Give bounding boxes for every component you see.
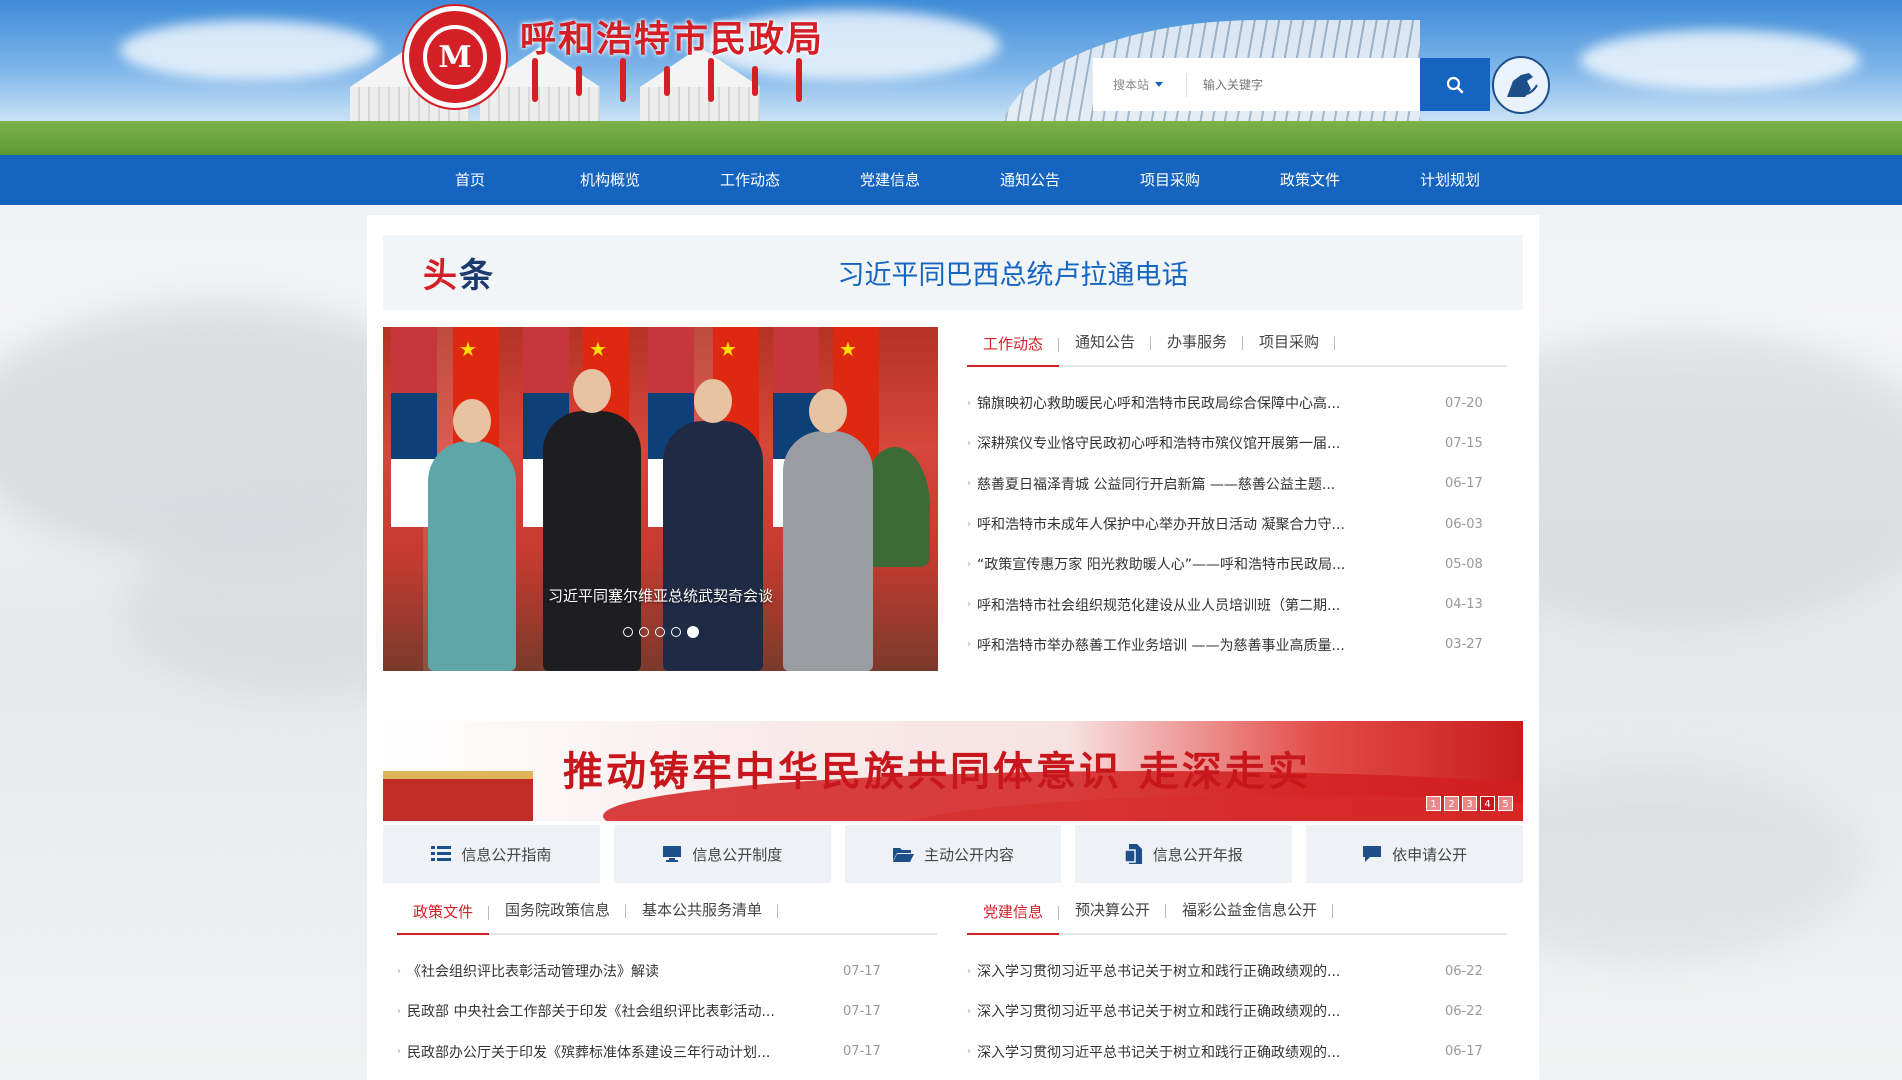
banner-page-active[interactable]: 4 [1480, 796, 1495, 811]
tab-notices[interactable]: 通知公告 [1059, 327, 1152, 365]
list-item[interactable]: › 锦旗映初心救助暖民心呼和浩特市民政局综合保障中心高... 07-20 [967, 383, 1507, 423]
nav-item-party[interactable]: 党建信息 [820, 155, 960, 205]
tab-party-info[interactable]: 党建信息 [967, 897, 1060, 935]
party-tab-panel: 党建信息 预决算公开 福彩公益金信息公开 › 深入学习贯彻习近平总书记关于树立和践… [967, 895, 1507, 1072]
tab-budget[interactable]: 预决算公开 [1059, 895, 1167, 933]
list-icon [431, 846, 452, 861]
mongolian-script-title [532, 58, 802, 102]
carousel-dot[interactable] [638, 627, 649, 637]
carousel-caption[interactable]: 习近平同塞尔维亚总统武契奇会谈 [383, 585, 938, 606]
quick-link-rules[interactable]: 信息公开制度 [613, 825, 831, 883]
main-content: 头条 习近平同巴西总统卢拉通电话 习近平同塞尔维亚总统武契奇会谈 工作动态 [367, 215, 1539, 1080]
list-item[interactable]: › 民政部 中央社会工作部关于印发《社会组织评比表彰活动... 07-17 [397, 991, 937, 1031]
quick-link-request[interactable]: 依申请公开 [1306, 825, 1523, 883]
site-header: M 呼和浩特市民政局 搜本站 [0, 0, 1902, 155]
nav-item-procurement[interactable]: 项目采购 [1100, 155, 1240, 205]
carousel-dot[interactable] [670, 627, 681, 637]
list-item[interactable]: › 民政部办公厅关于印发《殡葬标准体系建设三年行动计划... 07-17 [397, 1032, 937, 1072]
search-button[interactable] [1420, 58, 1490, 111]
banner-slogan: 推动铸牢中华民族共同体意识 走深走实 [563, 748, 1311, 795]
accessibility-emblem[interactable] [1492, 56, 1550, 114]
folder-open-icon [892, 848, 914, 862]
tiananmen-illustration [383, 771, 533, 821]
list-item[interactable]: › 呼和浩特市未成年人保护中心举办开放日活动 凝聚合力守... 06-03 [967, 504, 1507, 544]
list-item[interactable]: › 深入学习贯彻习近平总书记关于树立和践行正确政绩观的... 06-17 [967, 1032, 1507, 1072]
document-icon [1124, 844, 1142, 864]
list-item[interactable]: › 呼和浩特市社会组织规范化建设从业人员培训班（第二期... 04-13 [967, 584, 1507, 624]
headline-bar: 头条 习近平同巴西总统卢拉通电话 [383, 235, 1523, 310]
news-tabs: 工作动态 通知公告 办事服务 项目采购 [967, 327, 1507, 367]
chevron-down-icon [1155, 82, 1164, 87]
news-list: › 锦旗映初心救助暖民心呼和浩特市民政局综合保障中心高... 07-20 › 深耕殡仪… [967, 383, 1507, 665]
cloud-decoration [1580, 30, 1860, 90]
nav-item-work-news[interactable]: 工作动态 [680, 155, 820, 205]
list-item[interactable]: › 呼和浩特市举办慈善工作业务培训 ——为慈善事业高质量... 03-27 [967, 625, 1507, 665]
policy-list: › 《社会组织评比表彰活动管理办法》解读 07-17 › 民政部 中央社会工作部关于印… [397, 951, 937, 1072]
banner-page[interactable]: 3 [1462, 796, 1477, 811]
tab-public-services[interactable]: 基本公共服务清单 [626, 895, 779, 933]
tab-work-news[interactable]: 工作动态 [967, 329, 1060, 367]
tab-procurement[interactable]: 项目采购 [1243, 327, 1336, 365]
party-tabs: 党建信息 预决算公开 福彩公益金信息公开 [967, 895, 1507, 935]
banner-page[interactable]: 2 [1444, 796, 1459, 811]
comment-icon [1363, 846, 1382, 862]
site-logo[interactable]: M [404, 6, 506, 108]
tab-state-council[interactable]: 国务院政策信息 [489, 895, 627, 933]
list-item[interactable]: › 慈善夏日福泽青城 公益同行开启新篇 ——慈善公益主题... 06-17 [967, 464, 1507, 504]
tab-policy-files[interactable]: 政策文件 [397, 897, 490, 935]
nav-item-home[interactable]: 首页 [400, 155, 540, 205]
tab-services[interactable]: 办事服务 [1151, 327, 1244, 365]
theme-banner[interactable]: 推动铸牢中华民族共同体意识 走深走实 1 2 3 4 5 [383, 721, 1523, 821]
headline-link[interactable]: 习近平同巴西总统卢拉通电话 [383, 253, 1523, 292]
site-title: 呼和浩特市民政局 [520, 19, 825, 60]
search-input[interactable] [1187, 58, 1420, 111]
horse-icon [1507, 73, 1538, 97]
list-item[interactable]: › 深入学习贯彻习近平总书记关于树立和践行正确政绩观的... 06-22 [967, 951, 1507, 991]
quick-link-guide[interactable]: 信息公开指南 [383, 825, 600, 883]
list-item[interactable]: › 深耕殡仪专业恪守民政初心呼和浩特市殡仪馆开展第一届... 07-15 [967, 423, 1507, 463]
banner-page[interactable]: 1 [1426, 796, 1441, 811]
carousel-pagination [383, 626, 938, 638]
list-item[interactable]: › 《社会组织评比表彰活动管理办法》解读 07-17 [397, 951, 937, 991]
quick-link-annual-report[interactable]: 信息公开年报 [1075, 825, 1293, 883]
nav-item-policy[interactable]: 政策文件 [1240, 155, 1380, 205]
carousel-dot-active[interactable] [686, 626, 699, 638]
list-item[interactable]: › 深入学习贯彻习近平总书记关于树立和践行正确政绩观的... 06-22 [967, 991, 1507, 1031]
news-carousel[interactable]: 习近平同塞尔维亚总统武契奇会谈 [383, 327, 938, 671]
nav-item-planning[interactable]: 计划规划 [1380, 155, 1520, 205]
monitor-icon [663, 846, 682, 862]
policy-tab-panel: 政策文件 国务院政策信息 基本公共服务清单 › 《社会组织评比表彰活动管理办法》解… [397, 895, 937, 1072]
search-bar: 搜本站 [1093, 58, 1490, 111]
carousel-dot[interactable] [654, 627, 665, 637]
search-scope-label: 搜本站 [1113, 78, 1150, 92]
tab-lottery-fund[interactable]: 福彩公益金信息公开 [1166, 895, 1334, 933]
info-disclosure-links: 信息公开指南 信息公开制度 主动公开内容 信息公开年报 依申请公开 [383, 825, 1523, 883]
search-scope-dropdown[interactable]: 搜本站 [1093, 72, 1187, 97]
banner-page[interactable]: 5 [1498, 796, 1513, 811]
list-item[interactable]: › “政策宣传惠万家 阳光救助暖人心”——呼和浩特市民政局... 05-08 [967, 544, 1507, 584]
nav-item-notices[interactable]: 通知公告 [960, 155, 1100, 205]
main-nav: 首页 机构概览 工作动态 党建信息 通知公告 项目采购 政策文件 计划规划 [0, 155, 1902, 205]
banner-pagination: 1 2 3 4 5 [1426, 796, 1513, 811]
cloud-decoration [120, 20, 380, 80]
quick-link-proactive[interactable]: 主动公开内容 [844, 825, 1062, 883]
search-icon [1446, 76, 1464, 93]
policy-tabs: 政策文件 国务院政策信息 基本公共服务清单 [397, 895, 937, 935]
logo-emblem: M [423, 25, 487, 89]
news-tab-panel: 工作动态 通知公告 办事服务 项目采购 › 锦旗映初心救助暖民心呼和浩特市民政局综… [967, 327, 1507, 665]
nav-item-overview[interactable]: 机构概览 [540, 155, 680, 205]
carousel-dot[interactable] [622, 627, 633, 637]
party-list: › 深入学习贯彻习近平总书记关于树立和践行正确政绩观的... 06-22 › 深入学习… [967, 951, 1507, 1072]
grassland-strip [0, 121, 1902, 155]
